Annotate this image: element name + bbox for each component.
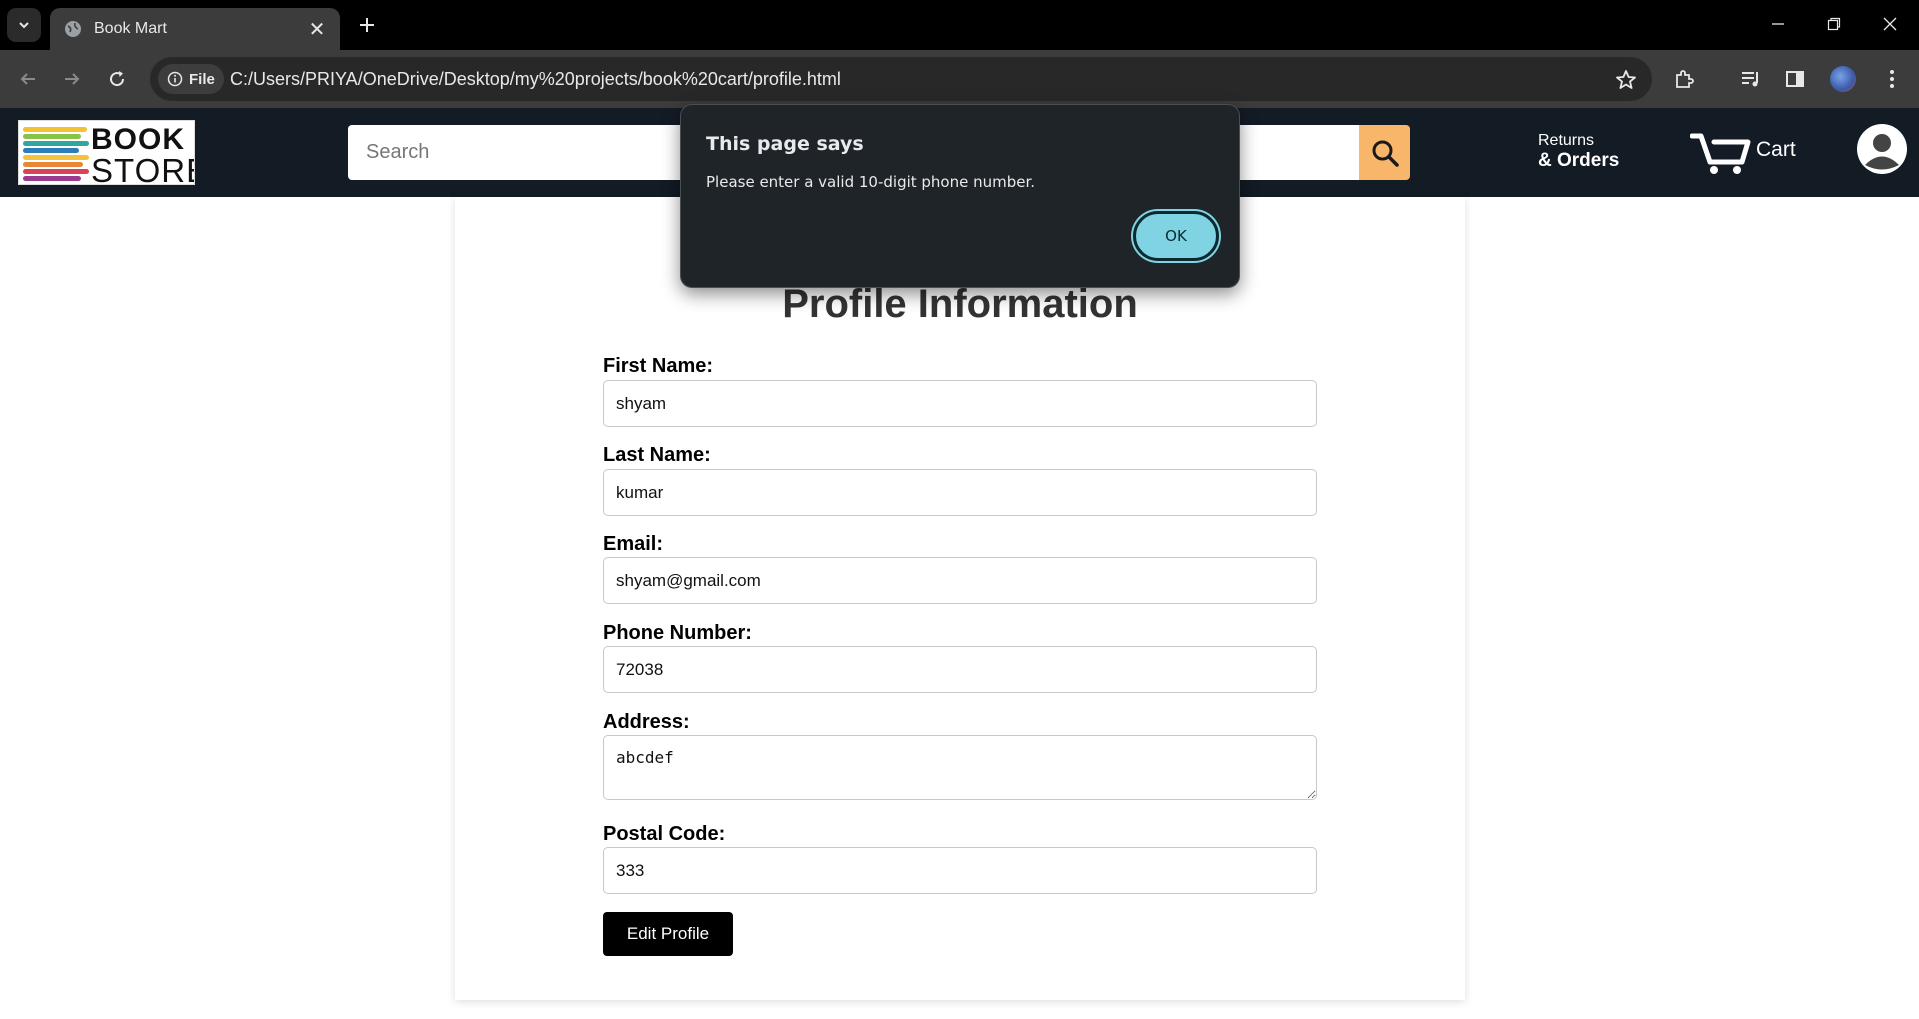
user-icon [1859, 126, 1905, 172]
logo-stripe [23, 127, 87, 132]
minimize-icon [1772, 23, 1784, 25]
browser-tab[interactable]: Book Mart ✕ [50, 8, 340, 50]
cart-label: Cart [1756, 138, 1796, 161]
email-field[interactable] [603, 557, 1317, 604]
cart-icon [1690, 133, 1751, 174]
search-icon [1372, 140, 1399, 167]
logo-stripe [23, 162, 83, 167]
close-window-button[interactable] [1870, 6, 1910, 42]
site-info-chip[interactable]: File [158, 64, 224, 94]
browser-tab-bar: Book Mart ✕ [0, 0, 1919, 50]
dialog-title: This page says [706, 133, 864, 155]
chevron-down-icon [19, 22, 29, 29]
first-name-label: First Name: [603, 355, 714, 377]
email-label: Email: [603, 533, 664, 555]
minimize-button[interactable] [1758, 6, 1798, 42]
logo-stripe [23, 134, 81, 139]
alert-dialog: This page says Please enter a valid 10-d… [680, 104, 1240, 288]
postal-code-field[interactable] [603, 847, 1317, 894]
puzzle-icon [1676, 70, 1694, 88]
browser-menu-button[interactable] [1878, 65, 1906, 93]
globe-icon [65, 21, 81, 37]
logo-stripe [23, 169, 89, 174]
address-label: Address: [603, 711, 690, 733]
back-button[interactable] [12, 63, 44, 95]
edit-profile-button[interactable]: Edit Profile [603, 912, 733, 956]
address-field[interactable]: abcdef [603, 735, 1317, 800]
restore-icon [1827, 17, 1841, 31]
bookmark-star-icon[interactable] [1614, 68, 1638, 92]
address-bar[interactable]: File C:/Users/PRIYA/OneDrive/Desktop/my%… [150, 57, 1652, 101]
orders-label: & Orders [1538, 150, 1620, 171]
logo-stripe [23, 148, 79, 153]
dialog-message: Please enter a valid 10-digit phone numb… [706, 173, 1036, 191]
arrow-right-icon [65, 73, 80, 85]
returns-orders-link[interactable]: Returns & Orders [1538, 131, 1619, 171]
profile-card: Profile Information First Name: Last Nam… [455, 197, 1465, 1000]
user-avatar[interactable] [1857, 124, 1907, 174]
restore-button[interactable] [1814, 6, 1854, 42]
page-title: Profile Information [782, 282, 1138, 326]
phone-label: Phone Number: [603, 622, 752, 644]
side-panel-icon [1786, 71, 1804, 87]
close-tab-icon[interactable]: ✕ [306, 18, 328, 41]
browser-profile-avatar[interactable] [1830, 66, 1856, 92]
more-vertical-icon [1890, 70, 1894, 88]
reload-button[interactable] [101, 63, 133, 95]
playlist-icon [1742, 72, 1758, 87]
last-name-label: Last Name: [603, 444, 711, 466]
logo-stripe [23, 141, 89, 146]
browser-toolbar: File C:/Users/PRIYA/OneDrive/Desktop/my%… [0, 50, 1919, 108]
postal-code-label: Postal Code: [603, 823, 726, 845]
media-controls-button[interactable] [1737, 65, 1765, 93]
close-icon [1883, 17, 1897, 31]
url-text[interactable]: C:/Users/PRIYA/OneDrive/Desktop/my%20pro… [230, 69, 841, 90]
cart-link[interactable]: Cart [1690, 128, 1796, 176]
returns-label: Returns [1538, 132, 1595, 149]
tab-search-button[interactable] [7, 8, 41, 42]
dialog-ok-button[interactable]: OK [1133, 211, 1219, 261]
logo-stripe [23, 155, 89, 160]
extensions-button[interactable] [1670, 65, 1698, 93]
first-name-field[interactable] [603, 380, 1317, 427]
arrow-left-icon [20, 73, 35, 85]
file-chip-label: File [189, 70, 215, 88]
side-panel-button[interactable] [1781, 65, 1809, 93]
last-name-field[interactable] [603, 469, 1317, 516]
logo-stripe [23, 176, 81, 181]
search-button[interactable] [1359, 125, 1410, 180]
tab-title: Book Mart [94, 20, 167, 37]
new-tab-button[interactable] [352, 10, 382, 40]
info-icon [167, 71, 183, 87]
plus-icon [360, 18, 374, 32]
reload-icon [110, 71, 125, 87]
logo-text-store: STORE [91, 152, 194, 185]
bookstore-logo[interactable]: BOOK STORE [18, 120, 195, 185]
phone-field[interactable] [603, 646, 1317, 693]
forward-button[interactable] [56, 63, 88, 95]
